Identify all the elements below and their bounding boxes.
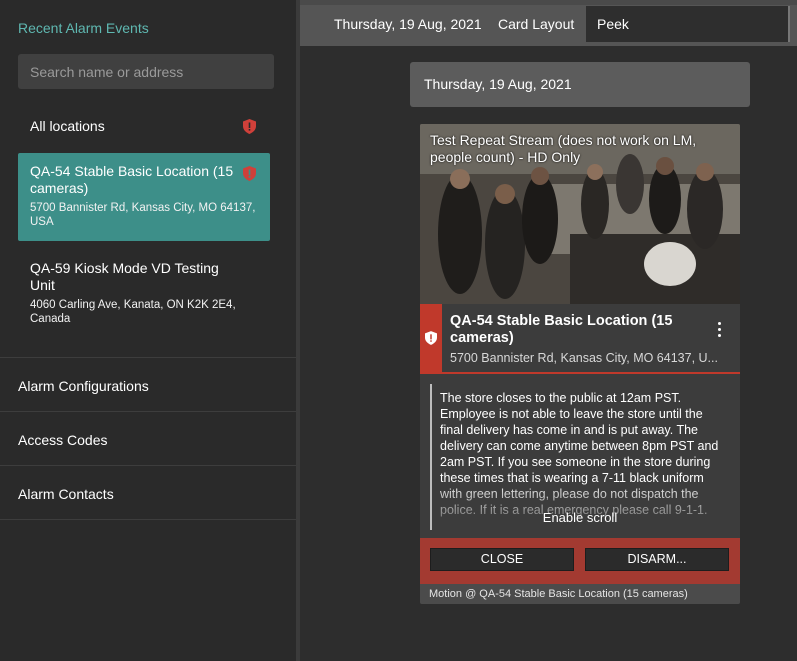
camera-video[interactable]: Test Repeat Stream (does not work on LM,… <box>420 124 740 304</box>
shield-alert-icon <box>243 119 256 134</box>
date-banner: Thursday, 19 Aug, 2021 <box>410 62 750 107</box>
video-title: Test Repeat Stream (does not work on LM,… <box>430 132 697 165</box>
layout-select[interactable]: Peek <box>586 6 790 42</box>
location-name: All locations <box>30 118 105 134</box>
shield-alert-icon <box>425 331 437 345</box>
divider <box>0 411 296 412</box>
divider <box>0 465 296 466</box>
nav-access-codes[interactable]: Access Codes <box>18 432 107 448</box>
sidebar-title: Recent Alarm Events <box>18 20 149 36</box>
nav-alarm-configurations[interactable]: Alarm Configurations <box>18 378 149 394</box>
shield-alert-icon <box>243 166 256 181</box>
location-address: 5700 Bannister Rd, Kansas City, MO 64137… <box>30 202 256 228</box>
alarm-accent <box>420 304 442 374</box>
kebab-menu-icon[interactable] <box>716 322 722 340</box>
alarm-card: Test Repeat Stream (does not work on LM,… <box>420 124 740 604</box>
sidebar: Recent Alarm Events All locations QA-54 … <box>0 0 296 661</box>
card-header: QA-54 Stable Basic Location (15 cameras)… <box>420 304 740 374</box>
notes-area: The store closes to the public at 12am P… <box>420 374 740 538</box>
location-item-all[interactable]: All locations <box>18 108 270 146</box>
toolbar-date[interactable]: Thursday, 19 Aug, 2021 <box>334 16 482 32</box>
location-name: QA-59 Kiosk Mode VD Testing Unit <box>30 260 219 293</box>
location-name: QA-54 Stable Basic Location (15 cameras) <box>30 163 234 196</box>
card-location-address: 5700 Bannister Rd, Kansas City, MO 64137… <box>450 351 718 365</box>
enable-scroll-button[interactable]: Enable scroll <box>420 510 740 525</box>
location-item-qa54[interactable]: QA-54 Stable Basic Location (15 cameras)… <box>18 153 270 241</box>
close-button[interactable]: CLOSE <box>430 548 574 571</box>
divider <box>0 519 296 520</box>
disarm-button[interactable]: DISARM... <box>585 548 729 571</box>
card-footer: Motion @ QA-54 Stable Basic Location (15… <box>420 584 740 604</box>
card-actions: CLOSE DISARM... <box>420 538 740 584</box>
location-item-qa59[interactable]: QA-59 Kiosk Mode VD Testing Unit 4060 Ca… <box>18 250 270 325</box>
card-location-name: QA-54 Stable Basic Location (15 cameras) <box>450 313 673 346</box>
layout-label: Card Layout <box>498 16 575 32</box>
search-input[interactable] <box>18 54 274 89</box>
divider <box>0 357 296 358</box>
nav-alarm-contacts[interactable]: Alarm Contacts <box>18 486 114 502</box>
toolbar-top-strip <box>300 0 797 5</box>
location-address: 4060 Carling Ave, Kanata, ON K2K 2E4, Ca… <box>30 299 236 325</box>
